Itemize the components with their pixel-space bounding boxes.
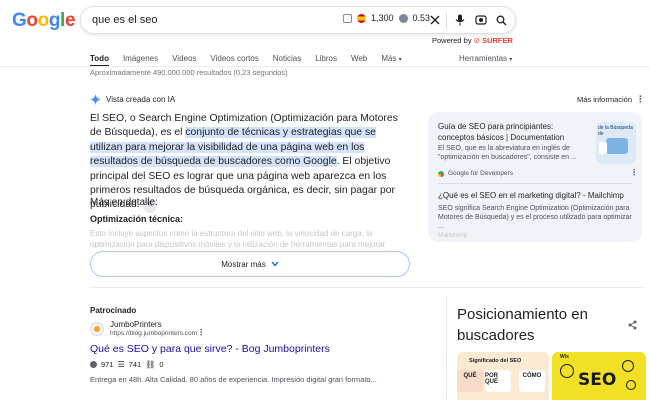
- ad-metric-traffic: 971: [101, 360, 114, 369]
- tabs-divider: [0, 66, 650, 67]
- doodle-decoration: [622, 360, 634, 372]
- powered-prefix: Powered by: [432, 36, 472, 45]
- ad-metric-keywords: 741: [128, 360, 142, 369]
- knowledge-panel-title: Posicionamiento en buscadores: [457, 306, 588, 344]
- logo-letter: G: [12, 10, 27, 31]
- source-title[interactable]: Guía de SEO para principiantes: concepto…: [438, 122, 578, 143]
- tools-menu[interactable]: Herramientas ▾: [459, 54, 512, 63]
- results-count: Aproximadamente 490.000.000 resultados (…: [90, 68, 288, 77]
- favicon-dot: [94, 326, 100, 332]
- ad-options-icon[interactable]: ⋮: [197, 328, 205, 337]
- more-info-link[interactable]: Más información: [577, 95, 632, 104]
- knowledge-panel-divider: [446, 297, 447, 400]
- infographic-pill: POR QUÉ: [485, 370, 511, 392]
- ai-overview-title: Vista creada con IA: [106, 95, 176, 104]
- image-caption: Significado del SEO: [469, 358, 522, 364]
- knowledge-panel-image[interactable]: Significado del SEO QUÉ POR QUÉ CÓMO: [457, 352, 549, 400]
- sponsored-label: Patrocinado: [90, 306, 137, 315]
- microphone-icon[interactable]: [452, 12, 468, 28]
- doodle-decoration: [626, 380, 636, 390]
- show-more-label: Mostrar más: [221, 259, 266, 269]
- logo-letter: e: [64, 10, 76, 31]
- surfer-brand[interactable]: SURFER: [482, 36, 513, 45]
- chevron-down-icon: ▾: [398, 57, 402, 63]
- difficulty-icon: [398, 13, 408, 23]
- search-volume: 1,300: [371, 13, 394, 23]
- traffic-icon: [90, 361, 97, 368]
- source-thumbnail[interactable]: de la Búsqueda de: [596, 122, 636, 164]
- thumbnail-illustration: [599, 142, 607, 154]
- ad-metric-links: 0: [159, 360, 164, 369]
- faded-preview-text: Esto incluye aspectos como la estructura…: [90, 229, 386, 248]
- searchbar-divider: [446, 13, 447, 28]
- spain-flag-icon: [357, 13, 366, 23]
- list-icon: ☰: [117, 360, 125, 369]
- google-favicon-icon: [438, 170, 444, 177]
- thumbnail-illustration: [606, 138, 628, 154]
- infographic-pill: QUÉ: [457, 370, 483, 392]
- section-divider: [90, 287, 645, 288]
- source-divider: [438, 183, 632, 184]
- tools-label: Herramientas: [459, 54, 508, 63]
- source-site-name: Google for Developers: [448, 170, 514, 177]
- search-input[interactable]: que es el seo: [92, 14, 157, 26]
- ad-title-link[interactable]: Qué es SEO y para que sirve? - Bog Jumbo…: [90, 343, 330, 355]
- surfer-powered-label: Powered by ⊘ SURFER: [432, 36, 513, 45]
- surfer-keyword-widget: 1,300 0.53: [343, 13, 430, 23]
- source-title[interactable]: ¿Qué es el SEO en el marketing digital? …: [438, 191, 638, 200]
- logo-letter: o: [26, 10, 38, 31]
- ad-description: Entrega en 48h. Alta Calidad. 80 años de…: [90, 375, 377, 384]
- tab-more-label: Más: [381, 54, 397, 63]
- ai-overview-header: Vista creada con IA: [90, 94, 175, 105]
- google-logo[interactable]: Google: [12, 10, 76, 32]
- image-brand-label: Wix: [560, 354, 569, 360]
- ad-site-name[interactable]: JumboPrinters: [110, 320, 162, 329]
- more-detail-heading: Más en detalle:: [90, 197, 158, 208]
- knowledge-panel-image[interactable]: Wix SEO: [552, 352, 646, 400]
- more-options-icon[interactable]: ⋮: [636, 94, 645, 105]
- infographic-pill: CÓMO: [519, 370, 545, 392]
- chevron-down-icon: [271, 261, 279, 267]
- share-icon[interactable]: [628, 320, 637, 333]
- optimization-subheading: Optimización técnica:: [90, 214, 184, 224]
- search-icon[interactable]: [493, 12, 509, 28]
- logo-letter: o: [37, 10, 50, 31]
- source-options-icon[interactable]: ⋮: [630, 168, 638, 177]
- chevron-down-icon: ▾: [509, 57, 513, 63]
- ad-metrics: 971 ☰ 741 ⛓ 0: [90, 360, 164, 369]
- link-icon: ⛓: [145, 360, 156, 369]
- jumboprinters-favicon-icon: [90, 322, 104, 336]
- camera-lens-icon[interactable]: [473, 12, 489, 28]
- seo-illustration-text: SEO: [578, 370, 617, 390]
- source-snippet: SEO significa Search Engine Optimization…: [438, 205, 632, 230]
- ai-sources-panel: Guía de SEO para principiantes: concepto…: [428, 112, 642, 242]
- surfer-checkbox[interactable]: [343, 13, 352, 23]
- source-site: Google for Developers: [438, 170, 513, 177]
- ad-url[interactable]: https://blog.jumboprinters.com: [110, 330, 197, 337]
- clear-icon[interactable]: [427, 12, 443, 28]
- thumbnail-caption: de la Búsqueda de: [598, 125, 633, 137]
- logo-letter: g: [48, 10, 61, 31]
- search-bar[interactable]: que es el seo 1,300 0.53: [80, 6, 516, 34]
- sparkle-icon: [90, 94, 101, 105]
- source-site-name: Mailchimp: [438, 232, 468, 239]
- surfer-logo-icon: ⊘: [473, 36, 480, 45]
- show-more-button[interactable]: Mostrar más: [90, 251, 410, 277]
- source-snippet: El SEO, que es la abreviatura en inglés …: [438, 145, 577, 161]
- doodle-decoration: [560, 364, 574, 378]
